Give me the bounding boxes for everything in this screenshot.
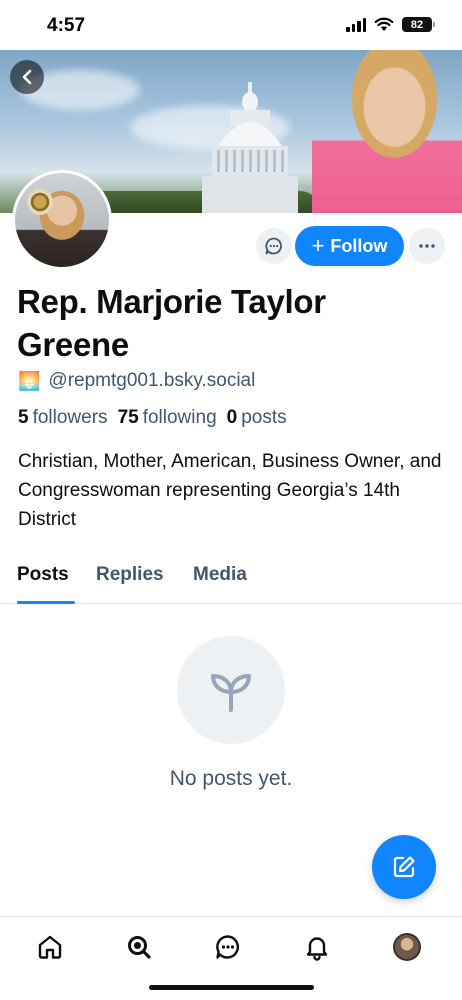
search-icon (128, 936, 151, 959)
home-indicator (149, 985, 314, 990)
nav-home[interactable] (33, 930, 67, 964)
following-label: following (142, 407, 217, 428)
followers-label: followers (32, 407, 108, 428)
display-name: Rep. Marjorie Taylor Greene (17, 283, 326, 363)
nav-notifications[interactable] (300, 930, 334, 964)
compose-icon (393, 856, 415, 878)
posts-label: posts (241, 407, 287, 428)
compose-button[interactable] (372, 835, 436, 899)
chat-bubble-icon (265, 237, 282, 255)
tab-posts[interactable]: Posts (17, 564, 69, 586)
followers-count: 5 (18, 407, 29, 428)
following-stat[interactable]: 75 following (118, 407, 217, 429)
follow-button[interactable]: + Follow (295, 226, 404, 266)
profile-stats: 5 followers 75 following 0 posts (18, 407, 287, 429)
seedling-icon (211, 674, 251, 712)
nav-profile-avatar[interactable] (393, 933, 421, 961)
bell-icon (306, 937, 328, 961)
profile-tabs: Posts Replies Media (0, 560, 462, 604)
message-button[interactable] (256, 228, 292, 264)
more-options-button[interactable] (409, 228, 445, 264)
home-icon (38, 935, 62, 959)
status-time: 4:57 (47, 15, 86, 36)
tab-media[interactable]: Media (193, 564, 247, 586)
active-tab-indicator (17, 601, 75, 604)
posts-stat: 0 posts (227, 407, 287, 429)
follow-label: Follow (330, 235, 388, 256)
chat-icon (216, 935, 240, 959)
handle-row: 🌅 @repmtg001.bsky.social (18, 370, 255, 392)
wifi-icon (374, 17, 394, 31)
posts-count: 0 (226, 407, 238, 428)
chevron-left-icon (22, 69, 32, 85)
plus-icon: + (311, 233, 325, 258)
profile-avatar[interactable] (12, 170, 112, 270)
handle: @repmtg001.bsky.social (48, 370, 256, 391)
ellipsis-icon (419, 244, 435, 248)
battery-level: 82 (410, 18, 424, 31)
battery-icon: 82 (402, 17, 435, 32)
status-bar: 4:57 82 (0, 0, 462, 50)
empty-state-text: No posts yet. (169, 767, 293, 790)
empty-state-icon-circle (177, 636, 285, 744)
tab-replies[interactable]: Replies (96, 564, 164, 586)
cellular-signal-icon (346, 17, 366, 32)
nav-chat[interactable] (211, 930, 245, 964)
profile-bio: Christian, Mother, American, Business Ow… (18, 451, 442, 530)
back-button[interactable] (10, 60, 44, 94)
status-icons: 82 (346, 17, 435, 32)
nav-search[interactable] (122, 930, 156, 964)
followers-stat[interactable]: 5 followers (18, 407, 108, 429)
following-count: 75 (117, 407, 139, 428)
banner-portrait-image (312, 50, 462, 213)
seal-emblem (27, 189, 53, 215)
capitol-dome-image (202, 82, 298, 213)
avatar-image (15, 173, 109, 267)
sunrise-emoji-icon: 🌅 (18, 370, 41, 391)
